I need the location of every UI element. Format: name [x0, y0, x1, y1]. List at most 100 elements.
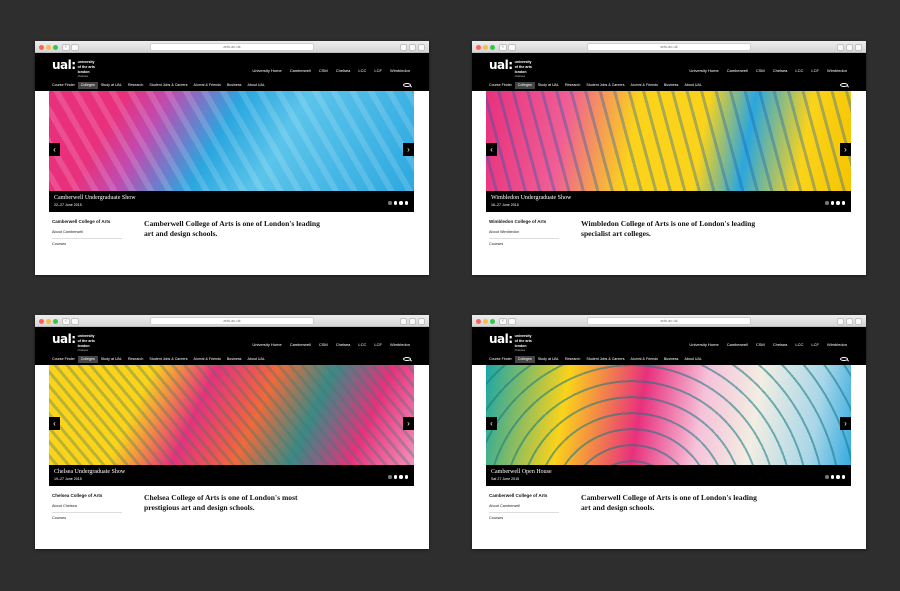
slide-caption[interactable]: Chelsea Undergraduate Show 19–27 June 20… — [49, 465, 414, 486]
ual-logo[interactable]: ual: university of the arts london chels… — [52, 333, 95, 353]
nav-study-at-ual[interactable]: Study at UAL — [535, 82, 562, 89]
top-nav-lcf[interactable]: LCF — [811, 68, 819, 73]
address-bar[interactable]: arts.ac.uk — [587, 317, 751, 325]
top-nav-chelsea[interactable]: Chelsea — [336, 342, 351, 347]
minimize-window-button[interactable] — [46, 318, 51, 324]
nav-course-finder[interactable]: Course Finder — [486, 82, 515, 89]
close-window-button[interactable] — [476, 44, 481, 50]
minimize-window-button[interactable] — [46, 44, 51, 50]
top-nav-university-home[interactable]: University Home — [689, 342, 718, 347]
carousel-dot[interactable] — [830, 201, 834, 205]
nav-colleges[interactable]: Colleges — [514, 82, 535, 89]
slide-caption[interactable]: Wimbledon Undergraduate Show 16–27 June … — [486, 191, 851, 212]
nav-course-finder[interactable]: Course Finder — [49, 356, 78, 363]
nav-business[interactable]: Business — [224, 356, 245, 363]
slide-caption[interactable]: Camberwell Open House Sat 27 June 2015 — [486, 465, 851, 486]
top-nav-lcf[interactable]: LCF — [374, 342, 382, 347]
tabs-button[interactable] — [409, 317, 416, 325]
nav-course-finder[interactable]: Course Finder — [486, 356, 515, 363]
sidebar-toggle-button[interactable] — [508, 317, 516, 325]
close-window-button[interactable] — [476, 318, 481, 324]
sidebar-about-link[interactable]: About Chelsea — [52, 504, 122, 513]
sidebar-about-link[interactable]: About Wimbledon — [489, 230, 559, 239]
slide-caption[interactable]: Camberwell Undergraduate Show 22–27 June… — [49, 191, 414, 212]
sidebar-toggle-button[interactable] — [71, 43, 79, 51]
top-nav-chelsea[interactable]: Chelsea — [773, 68, 788, 73]
sidebar-courses-link[interactable]: Courses — [52, 242, 66, 246]
nav-student-jobs[interactable]: Student Jobs & Careers — [146, 82, 190, 89]
top-nav-camberwell[interactable]: Camberwell — [727, 68, 748, 73]
sidebar-courses-link[interactable]: Courses — [52, 516, 66, 520]
top-nav-wimbledon[interactable]: Wimbledon — [390, 342, 410, 347]
nav-student-jobs[interactable]: Student Jobs & Careers — [583, 356, 627, 363]
top-nav-csm[interactable]: CSM — [319, 68, 328, 73]
address-bar[interactable]: arts.ac.uk — [587, 43, 751, 51]
nav-alumni[interactable]: Alumni & Friends — [191, 82, 224, 89]
new-tab-button[interactable] — [855, 317, 862, 325]
top-nav-lcc[interactable]: LCC — [358, 342, 366, 347]
sidebar-toggle-button[interactable] — [71, 317, 79, 325]
chevron-right-icon[interactable]: › — [840, 417, 851, 430]
nav-about-ual[interactable]: About UAL — [244, 356, 267, 363]
nav-colleges[interactable]: Colleges — [77, 356, 98, 363]
tabs-button[interactable] — [846, 317, 853, 325]
share-button[interactable] — [400, 43, 407, 51]
minimize-window-button[interactable] — [483, 318, 488, 324]
carousel-dot[interactable] — [841, 475, 845, 479]
top-nav-chelsea[interactable]: Chelsea — [773, 342, 788, 347]
nav-student-jobs[interactable]: Student Jobs & Careers — [146, 356, 190, 363]
top-nav-chelsea[interactable]: Chelsea — [336, 68, 351, 73]
ual-logo[interactable]: ual: university of the arts london chels… — [52, 59, 95, 79]
carousel-dot[interactable] — [388, 475, 392, 479]
ual-logo[interactable]: ual: university of the arts london chels… — [489, 333, 532, 353]
nav-about-ual[interactable]: About UAL — [244, 82, 267, 89]
nav-business[interactable]: Business — [224, 82, 245, 89]
top-nav-wimbledon[interactable]: Wimbledon — [827, 68, 847, 73]
top-nav-csm[interactable]: CSM — [319, 342, 328, 347]
chevron-left-icon[interactable]: ‹ — [486, 143, 497, 156]
chevron-left-icon[interactable]: ‹ — [49, 143, 60, 156]
top-nav-university-home[interactable]: University Home — [252, 342, 281, 347]
search-icon[interactable] — [840, 357, 848, 361]
top-nav-university-home[interactable]: University Home — [252, 68, 281, 73]
search-icon[interactable] — [403, 83, 411, 87]
tabs-button[interactable] — [409, 43, 416, 51]
nav-about-ual[interactable]: About UAL — [681, 82, 704, 89]
nav-research[interactable]: Research — [125, 82, 146, 89]
carousel-dot[interactable] — [388, 201, 392, 205]
sidebar-title[interactable]: Camberwell College of Arts — [52, 219, 110, 224]
top-nav-lcf[interactable]: LCF — [374, 68, 382, 73]
close-window-button[interactable] — [39, 318, 44, 324]
chevron-left-icon[interactable]: ‹ — [49, 417, 60, 430]
carousel-dot[interactable] — [825, 475, 829, 479]
share-button[interactable] — [400, 317, 407, 325]
carousel-dot[interactable] — [404, 201, 408, 205]
chevron-left-icon[interactable]: ‹ — [486, 417, 497, 430]
nav-research[interactable]: Research — [562, 356, 583, 363]
top-nav-camberwell[interactable]: Camberwell — [727, 342, 748, 347]
nav-about-ual[interactable]: About UAL — [681, 356, 704, 363]
nav-study-at-ual[interactable]: Study at UAL — [535, 356, 562, 363]
nav-student-jobs[interactable]: Student Jobs & Careers — [583, 82, 627, 89]
carousel-dot[interactable] — [399, 475, 403, 479]
back-button[interactable]: ‹ — [499, 43, 507, 51]
nav-study-at-ual[interactable]: Study at UAL — [98, 82, 125, 89]
ual-logo[interactable]: ual: university of the arts london chels… — [489, 59, 532, 79]
tabs-button[interactable] — [846, 43, 853, 51]
nav-alumni[interactable]: Alumni & Friends — [628, 82, 661, 89]
back-button[interactable]: ‹ — [62, 317, 70, 325]
nav-business[interactable]: Business — [661, 82, 682, 89]
carousel-dot[interactable] — [836, 475, 840, 479]
new-tab-button[interactable] — [855, 43, 862, 51]
sidebar-toggle-button[interactable] — [508, 43, 516, 51]
new-tab-button[interactable] — [418, 317, 425, 325]
carousel-dot[interactable] — [399, 201, 403, 205]
nav-research[interactable]: Research — [125, 356, 146, 363]
back-button[interactable]: ‹ — [499, 317, 507, 325]
top-nav-lcc[interactable]: LCC — [358, 68, 366, 73]
top-nav-csm[interactable]: CSM — [756, 342, 765, 347]
sidebar-title[interactable]: Wimbledon College of Arts — [489, 219, 546, 224]
chevron-right-icon[interactable]: › — [403, 417, 414, 430]
carousel-dot[interactable] — [841, 201, 845, 205]
carousel-dot[interactable] — [393, 475, 397, 479]
